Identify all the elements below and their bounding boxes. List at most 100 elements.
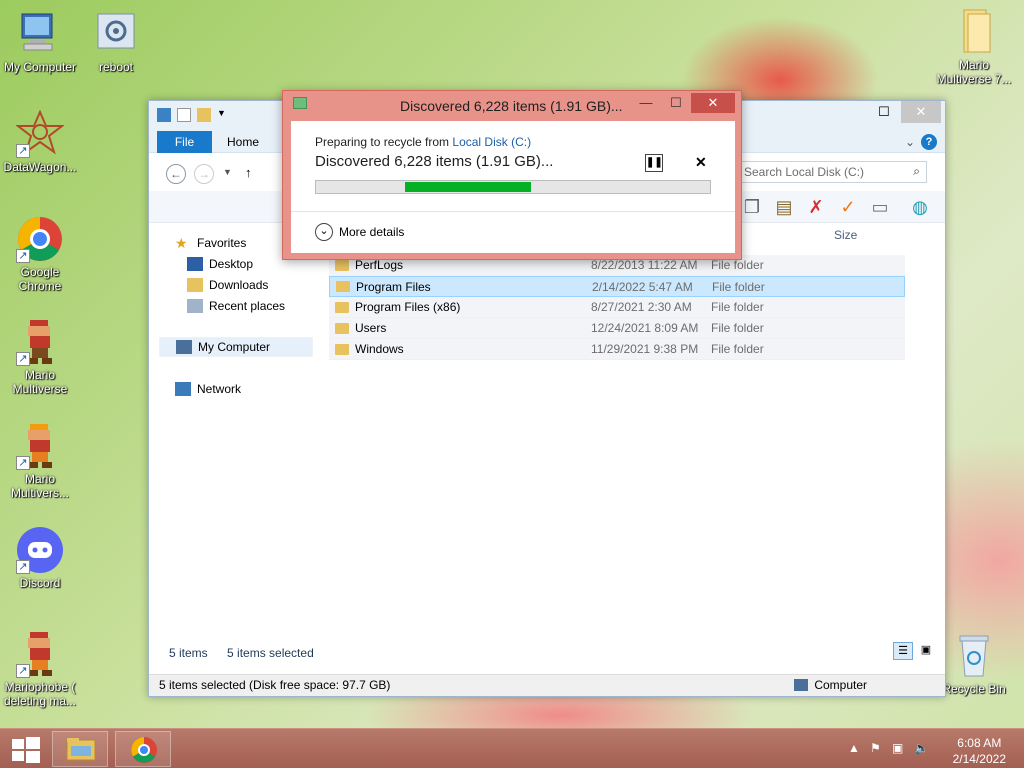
desktop-icon-discord[interactable]: ↗ Discord: [0, 526, 80, 590]
folder-icon: [335, 301, 349, 313]
pause-button[interactable]: ❚❚: [645, 154, 663, 172]
file-type: File folder: [711, 258, 764, 272]
rename-icon[interactable]: ▭: [869, 196, 891, 218]
star-icon: ★: [175, 235, 188, 251]
file-date: 12/24/2021 8:09 AM: [591, 321, 699, 335]
properties-icon[interactable]: [177, 108, 191, 122]
desktop-icon-reboot[interactable]: reboot: [76, 10, 156, 74]
details-view-icon[interactable]: ☰: [893, 642, 913, 660]
file-name: Windows: [355, 342, 404, 356]
recent-places-icon: [187, 299, 203, 313]
shortcut-arrow-icon: ↗: [16, 664, 30, 678]
forward-button[interactable]: →: [194, 164, 214, 184]
file-explorer-icon: [66, 738, 96, 761]
desktop-icon-label: My Computer: [3, 60, 77, 74]
desktop-icon-mario-multivers[interactable]: ↗ Mario Multivers...: [0, 422, 80, 500]
clock-date: 2/14/2022: [952, 752, 1006, 766]
start-button[interactable]: [0, 729, 50, 768]
status-location: Computer: [794, 678, 867, 692]
desktop-icon-mariophobe[interactable]: ↗ Mariophobe ( deleting ma...: [0, 630, 80, 708]
desktop-icon-label: Discord: [19, 576, 61, 590]
desktop-icon-mario-multiverse[interactable]: ↗ Mario Multiverse: [0, 318, 80, 396]
minimize-button[interactable]: —: [633, 93, 659, 113]
desktop-icon-label: Google Chrome: [18, 265, 62, 293]
maximize-button[interactable]: ☐: [663, 93, 689, 113]
ribbon-expand-icon[interactable]: ⌄: [905, 135, 915, 149]
tab-file[interactable]: File: [157, 131, 212, 153]
status-location-label: Computer: [814, 678, 867, 692]
copy-icon[interactable]: ❐: [741, 196, 763, 218]
nav-downloads[interactable]: Downloads: [187, 275, 268, 295]
item-count-area: 5 items 5 items selected: [169, 646, 314, 660]
back-button[interactable]: ←: [166, 164, 186, 184]
nav-my-computer[interactable]: My Computer: [159, 337, 313, 357]
table-row[interactable]: Users 12/24/2021 8:09 AM File folder: [329, 318, 905, 339]
desktop-icon-label: Mario Multiverse 7...: [936, 58, 1012, 86]
taskbar: ▲ ⚑ ▣ 🔈 6:08 AM 2/14/2022: [0, 728, 1024, 768]
tab-home[interactable]: Home: [227, 135, 259, 149]
desktop-icon-datawagon[interactable]: ↗ DataWagon...: [0, 109, 80, 174]
paste-icon[interactable]: ▤: [773, 196, 795, 218]
nav-favorites[interactable]: ★ Favorites: [175, 233, 246, 253]
up-icon[interactable]: ↑: [245, 165, 252, 180]
dialog-title: Discovered 6,228 items (1.91 GB)...: [400, 98, 623, 114]
close-button[interactable]: ✕: [901, 101, 941, 123]
help-icon[interactable]: ?: [921, 134, 937, 150]
reboot-icon: [92, 10, 140, 58]
dialog-status: Discovered 6,228 items (1.91 GB)...: [315, 153, 554, 170]
source-link[interactable]: Local Disk (C:): [452, 135, 531, 149]
action-center-icon[interactable]: ⚑: [870, 741, 881, 755]
table-row[interactable]: Program Files 2/14/2022 5:47 AM File fol…: [329, 276, 905, 297]
desktop-icon-recycle-bin[interactable]: Recycle Bin: [934, 632, 1014, 696]
nav-label: Downloads: [209, 278, 269, 292]
status-text: 5 items selected (Disk free space: 97.7 …: [159, 678, 391, 692]
shortcut-arrow-icon: ↗: [16, 249, 30, 263]
chevron-down-icon[interactable]: ▼: [217, 108, 231, 122]
desktop-icon-chrome[interactable]: ↗ Google Chrome: [0, 215, 80, 293]
close-button[interactable]: ✕: [691, 93, 735, 113]
volume-muted-icon[interactable]: 🔈: [914, 741, 929, 755]
large-icons-view-icon[interactable]: ▣: [917, 642, 935, 660]
table-row[interactable]: Windows 11/29/2021 9:38 PM File folder: [329, 339, 905, 360]
file-name: PerfLogs: [355, 258, 404, 272]
cancel-button[interactable]: ✕: [695, 154, 707, 171]
nav-network[interactable]: Network: [175, 379, 241, 399]
more-details-button[interactable]: ⌄ More details: [315, 223, 404, 241]
dialog-body: Preparing to recycle from Local Disk (C:…: [291, 121, 735, 253]
clock[interactable]: 6:08 AM 2/14/2022: [953, 735, 1006, 767]
file-type: File folder: [712, 279, 765, 294]
computer-icon: [16, 10, 64, 58]
nav-desktop[interactable]: Desktop: [187, 254, 253, 274]
discord-icon: ↗: [16, 526, 64, 574]
desktop-icon-label: Mariophobe ( deleting ma...: [3, 680, 77, 708]
column-header-size[interactable]: Size: [834, 228, 857, 242]
maximize-button[interactable]: ☐: [869, 101, 899, 123]
desktop-icon-my-computer[interactable]: My Computer: [0, 10, 80, 74]
desktop-icon-mario-folder[interactable]: Mario Multiverse 7...: [934, 8, 1014, 86]
show-hidden-icons-icon[interactable]: ▲: [848, 741, 860, 755]
new-folder-icon[interactable]: [197, 108, 211, 122]
delete-icon[interactable]: ✗: [805, 196, 827, 218]
recent-locations-icon[interactable]: ▼: [223, 167, 232, 177]
search-input[interactable]: Search Local Disk (C:) ⌕: [737, 161, 927, 183]
file-type: File folder: [711, 300, 764, 314]
system-tray: ▲ ⚑ ▣ 🔈 6:08 AM 2/14/2022: [844, 729, 1024, 768]
recycle-dialog-icon: [293, 97, 307, 109]
downloads-icon: [187, 278, 203, 292]
checkmark-icon[interactable]: ✓: [837, 196, 859, 218]
recycle-progress-dialog: Discovered 6,228 items (1.91 GB)... — ☐ …: [282, 90, 742, 260]
quick-access-toolbar: ▼: [157, 108, 231, 122]
folder-icon: [950, 8, 998, 56]
computer-icon: [794, 679, 809, 691]
nav-recent-places[interactable]: Recent places: [187, 296, 285, 316]
taskbar-chrome[interactable]: [115, 731, 171, 767]
network-icon[interactable]: ▣: [892, 741, 903, 755]
taskbar-file-explorer[interactable]: [52, 731, 108, 767]
chrome-icon: [131, 737, 157, 763]
file-date: 8/22/2013 11:22 AM: [591, 258, 698, 272]
globe-icon[interactable]: ◍: [909, 196, 931, 218]
status-bar: 5 items selected (Disk free space: 97.7 …: [149, 674, 945, 696]
recycle-bin-icon: [950, 632, 998, 680]
progress-bar: [315, 180, 711, 194]
table-row[interactable]: Program Files (x86) 8/27/2021 2:30 AM Fi…: [329, 297, 905, 318]
